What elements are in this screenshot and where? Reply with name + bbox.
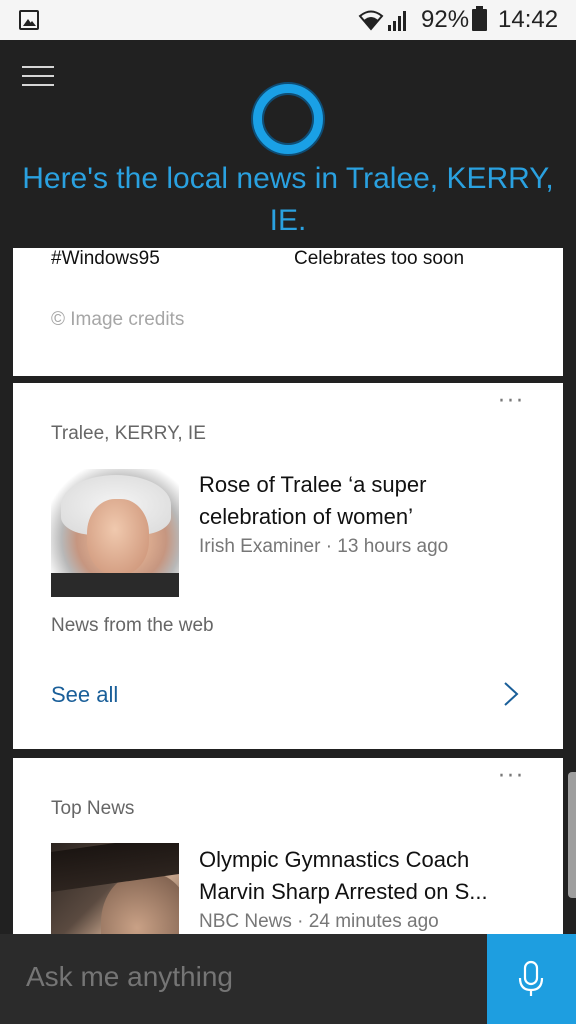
more-options-icon[interactable]: ··· [498,391,525,413]
more-options-icon[interactable]: ··· [498,766,525,788]
article-thumbnail[interactable] [51,469,179,597]
scroll-edge-indicator [568,772,576,898]
ask-bar [0,934,576,1024]
local-news-card: ··· Tralee, KERRY, IE Rose of Tralee ‘a … [13,383,563,749]
article-meta: Irish Examiner · 13 hours ago [199,536,449,557]
status-bar: 92% 14:42 [0,0,576,40]
microphone-icon [518,960,544,996]
gallery-icon [19,10,39,30]
article-title[interactable]: Olympic Gymnastics Coach Marvin Sharp Ar… [199,844,529,908]
battery-percentage: 92% [421,6,470,33]
article-thumbnail[interactable] [51,843,179,934]
ask-input[interactable] [26,961,466,993]
microphone-button[interactable] [487,934,576,1024]
page-title: Here's the local news in Tralee, KERRY, … [22,162,554,237]
see-all-link[interactable]: See all [51,682,118,708]
hamburger-menu-icon[interactable] [22,66,54,88]
location-label: Tralee, KERRY, IE [51,423,206,444]
top-news-card: ··· Top News Olympic Gymnastics Coach Ma… [13,758,563,934]
chevron-right-icon[interactable] [503,681,519,707]
caption-right[interactable]: Celebrates too soon [294,248,464,270]
image-credits-link[interactable]: © Image credits [51,309,184,331]
article-title[interactable]: Rose of Tralee ‘a super celebration of w… [199,469,529,533]
caption-left[interactable]: #Windows95 [51,248,160,270]
top-news-label: Top News [51,798,135,819]
news-feed[interactable]: #Windows95 Celebrates too soon © Image c… [0,248,576,934]
wifi-icon [358,10,384,31]
clock-time: 14:42 [498,6,559,33]
news-card-image[interactable]: #Windows95 Celebrates too soon © Image c… [13,248,563,376]
cortana-ring-icon[interactable] [253,84,323,154]
signal-icon [388,11,406,31]
battery-icon [472,6,487,31]
article-meta: NBC News · 24 minutes ago [199,911,439,932]
cortana-header: Here's the local news in Tralee, KERRY, … [0,40,576,248]
news-source-label: News from the web [51,615,214,636]
